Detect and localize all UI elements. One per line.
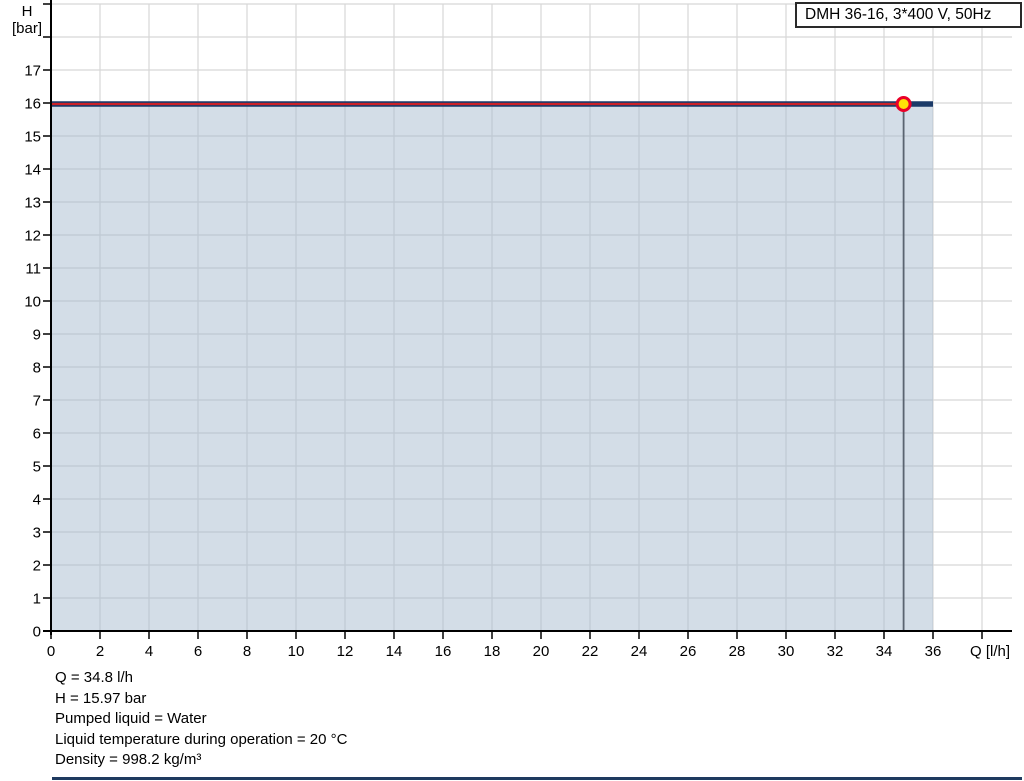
- y-axis-tick-label: 9: [33, 327, 41, 344]
- y-axis-tick-label: 14: [24, 162, 41, 179]
- pump-curve-chart: 0 2 4 6 8 10 12 14 16 18 20 22 24 26 28 30 32 34 360123456…: [24, 0, 1012, 660]
- x-axis-tick-label: 0: [47, 643, 55, 660]
- y-axis-title-unit: [bar]: [11, 20, 42, 37]
- x-axis-title: Q [l/h]: [969, 643, 1010, 660]
- y-axis-tick-label: 11: [25, 261, 41, 278]
- result-flow: Q = 34.8 l/h: [55, 669, 133, 686]
- y-axis-tick-label: 10: [24, 294, 41, 311]
- x-axis-tick-label: 2: [96, 643, 104, 660]
- x-axis-tick-label: 8: [243, 643, 251, 660]
- x-axis-tick-label: 24: [631, 643, 648, 660]
- y-axis-tick-label: 6: [33, 426, 41, 443]
- y-axis-title: H [bar]: [0, 3, 54, 37]
- curve-area-fill: [51, 103, 933, 632]
- y-axis-tick-label: 7: [33, 393, 41, 410]
- y-axis-tick-label: 15: [24, 129, 41, 146]
- y-axis-tick-label: 8: [33, 360, 41, 377]
- footer-rule: [52, 777, 1022, 780]
- x-axis-tick-label: 22: [582, 643, 599, 660]
- x-axis-tick-label: 16: [435, 643, 452, 660]
- y-axis-tick-label: 2: [33, 558, 41, 575]
- y-axis-tick-label: 4: [33, 492, 41, 509]
- x-axis-tick-label: 32: [827, 643, 844, 660]
- x-axis-tick-label: 14: [386, 643, 403, 660]
- x-axis-tick-label: 18: [484, 643, 501, 660]
- x-axis-tick-label: 30: [778, 643, 795, 660]
- y-axis-tick-label: 17: [24, 63, 41, 80]
- y-axis-tick-label: 13: [24, 195, 41, 212]
- x-axis-tick-label: 20: [533, 643, 550, 660]
- y-axis-tick-label: 0: [33, 624, 41, 641]
- result-liquid-temperature: Liquid temperature during operation = 20…: [55, 730, 348, 748]
- x-axis-tick-label: 4: [145, 643, 153, 660]
- y-axis-tick-label: 1: [33, 591, 41, 608]
- x-axis-tick-label: 36: [925, 643, 942, 660]
- x-axis-tick-label: 28: [729, 643, 746, 660]
- result-pumped-liquid: Pumped liquid = Water: [55, 710, 207, 728]
- x-axis-tick-label: 6: [194, 643, 202, 660]
- y-axis-title-symbol: H: [21, 3, 33, 20]
- legend-box: DMH 36-16, 3*400 V, 50Hz: [795, 2, 1022, 28]
- duty-result-text: Q = 34.8 l/h H = 15.97 bar Pumped liquid…: [55, 668, 347, 771]
- pump-curve-page: 0 2 4 6 8 10 12 14 16 18 20 22 24 26 28 30 32 34 36 0 1 2 3 4 5 6…: [0, 0, 1024, 781]
- y-axis-tick-label: 12: [24, 228, 41, 245]
- y-axis-tick-label: 3: [33, 525, 41, 542]
- x-axis-tick-label: 26: [680, 643, 697, 660]
- legend-label: DMH 36-16, 3*400 V, 50Hz: [805, 6, 992, 23]
- y-axis-tick-label: 16: [24, 96, 41, 113]
- y-axis-tick-label: 5: [33, 459, 41, 476]
- result-head: H = 15.97 bar: [55, 689, 147, 707]
- x-axis-tick-label: 34: [876, 643, 893, 660]
- x-axis-tick-label: 12: [337, 643, 354, 660]
- result-density: Density = 998.2 kg/m³: [55, 751, 202, 769]
- x-axis-tick-label: 10: [288, 643, 305, 660]
- duty-point-marker[interactable]: [895, 95, 912, 112]
